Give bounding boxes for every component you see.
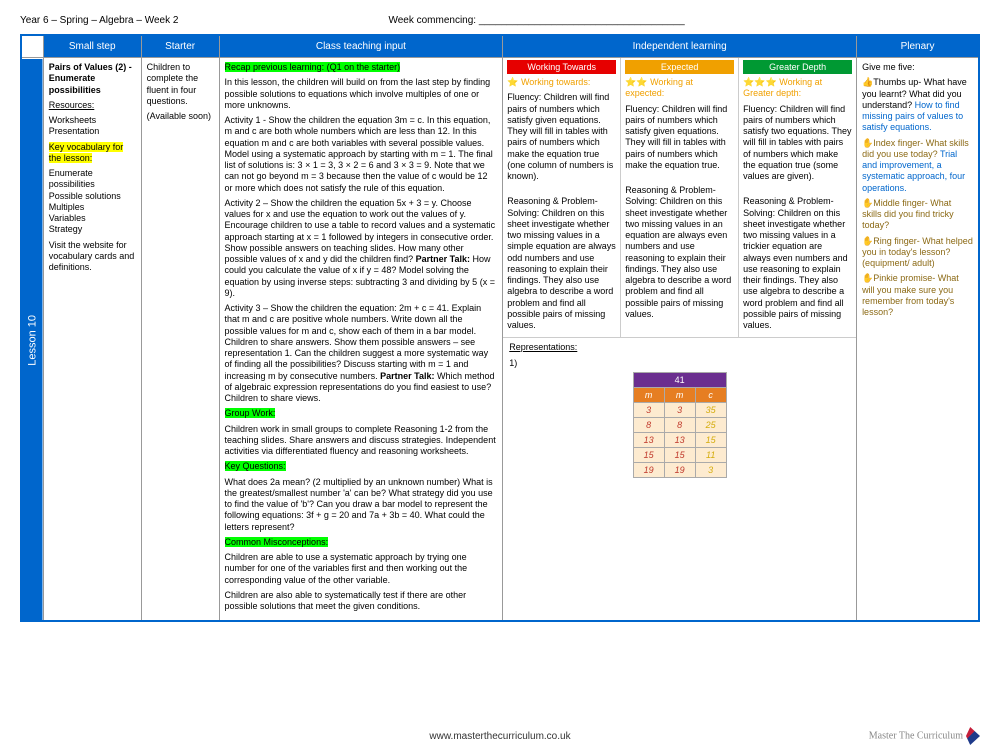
lesson-number-tab: Lesson 10 — [21, 58, 43, 622]
col-independent: Independent learning — [503, 35, 857, 58]
page-header: Year 6 – Spring – Algebra – Week 2 Week … — [20, 15, 980, 26]
starter-cell: Children to complete the fluent in four … — [141, 58, 219, 622]
representation-table: 41 mmc 3335 8825 131315 151511 19193 — [633, 372, 727, 478]
table-header-row: Small step Starter Class teaching input … — [21, 35, 979, 58]
col-small-step: Small step — [43, 35, 141, 58]
footer-url: www.masterthecurriculum.co.uk — [0, 731, 1000, 742]
small-step-cell: Pairs of Values (2) - Enumerate possibil… — [43, 58, 141, 622]
plenary-cell: Give me five: 👍Thumbs up- What have you … — [857, 58, 979, 622]
col-teaching: Class teaching input — [219, 35, 503, 58]
col-starter: Starter — [141, 35, 219, 58]
working-towards-col: Working Towards ⭐ Working towards: Fluen… — [503, 58, 620, 337]
lesson-row: Lesson 10 Pairs of Values (2) - Enumerat… — [21, 58, 979, 622]
gd-badge: Greater Depth — [743, 60, 852, 74]
greater-depth-col: Greater Depth ⭐⭐⭐ Working at Greater dep… — [738, 58, 856, 337]
wt-badge: Working Towards — [507, 60, 616, 74]
independent-cell: Working Towards ⭐ Working towards: Fluen… — [503, 58, 857, 622]
col-plenary: Plenary — [857, 35, 979, 58]
teaching-cell: Recap previous learning: (Q1 on the star… — [219, 58, 503, 622]
expected-col: Expected ⭐⭐ Working at expected: Fluency… — [620, 58, 738, 337]
header-week: Week commencing: _______________________… — [388, 15, 684, 26]
header-left: Year 6 – Spring – Algebra – Week 2 — [20, 15, 178, 26]
rep-heading: Representations: — [509, 342, 577, 352]
lesson-plan-table: Small step Starter Class teaching input … — [20, 34, 980, 622]
ex-badge: Expected — [625, 60, 734, 74]
brand-logo: Master The Curriculum — [869, 727, 980, 745]
